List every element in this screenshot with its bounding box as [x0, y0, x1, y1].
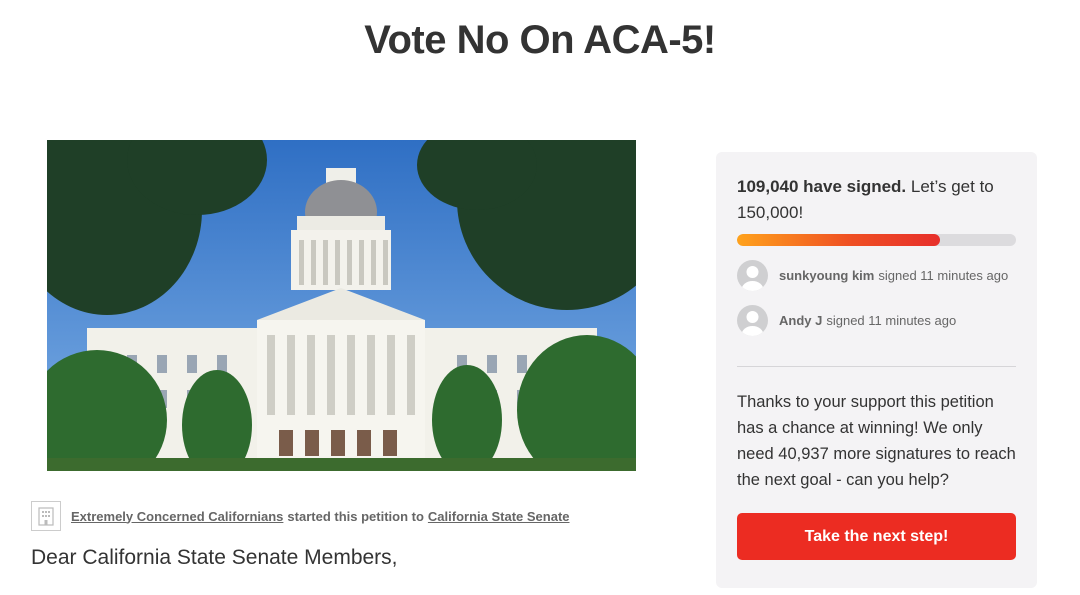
recent-signer: Andy J signed 11 minutes ago: [737, 305, 1016, 336]
signer-name: Andy J: [779, 313, 823, 328]
capitol-building-photo: [47, 140, 636, 471]
recent-signer: sunkyoung kim signed 11 minutes ago: [737, 260, 1016, 291]
organization-building-icon: [31, 501, 61, 531]
signer-name: sunkyoung kim: [779, 268, 875, 283]
support-message: Thanks to your support this petition has…: [737, 393, 1016, 489]
take-next-step-button[interactable]: Take the next step!: [737, 513, 1016, 560]
progress-bar-fill: [737, 234, 940, 246]
petition-title: Vote No On ACA-5!: [364, 18, 716, 62]
signature-panel: 109,040 have signed. Let’s get to 150,00…: [716, 152, 1037, 588]
panel-divider: [737, 366, 1016, 367]
signed-count: 109,040 have signed.: [737, 177, 907, 196]
signer-action: signed 11 minutes ago: [878, 268, 1009, 283]
avatar-icon: [737, 305, 768, 336]
progress-bar: [737, 234, 1016, 246]
petition-starter-line: Extremely Concerned Californians started…: [31, 500, 570, 532]
letter-greeting: Dear California State Senate Members,: [31, 546, 398, 569]
starter-link[interactable]: Extremely Concerned Californians: [71, 509, 283, 524]
signer-action: signed 11 minutes ago: [826, 313, 957, 328]
avatar-icon: [737, 260, 768, 291]
signature-count: 109,040 have signed. Let’s get to 150,00…: [737, 174, 1016, 226]
started-text: started this petition to: [287, 508, 424, 524]
target-link[interactable]: California State Senate: [428, 509, 570, 524]
